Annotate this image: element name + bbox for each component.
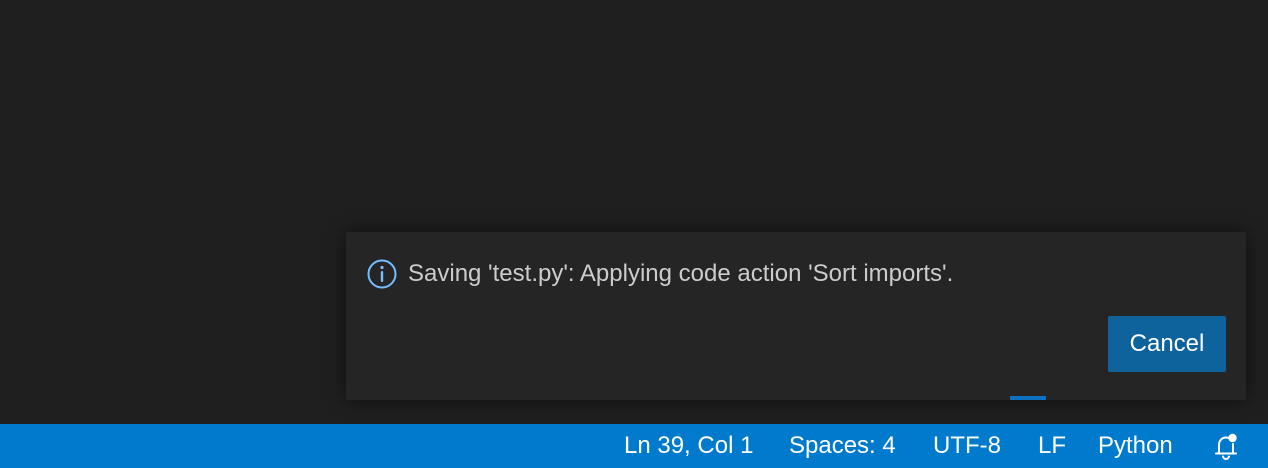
status-encoding[interactable]: UTF-8	[933, 424, 1001, 468]
info-icon	[366, 258, 398, 290]
status-language-mode[interactable]: Python	[1098, 424, 1173, 468]
status-indentation[interactable]: Spaces: 4	[789, 424, 896, 468]
progress-indicator	[1010, 396, 1046, 400]
status-line-ending[interactable]: LF	[1038, 424, 1066, 468]
bell-dot-icon[interactable]	[1210, 430, 1242, 462]
notification-message: Saving 'test.py': Applying code action '…	[408, 260, 954, 287]
status-bar: Ln 39, Col 1 Spaces: 4 UTF-8 LF Python	[0, 424, 1268, 468]
status-cursor-position[interactable]: Ln 39, Col 1	[624, 424, 753, 468]
cancel-button[interactable]: Cancel	[1108, 316, 1226, 372]
